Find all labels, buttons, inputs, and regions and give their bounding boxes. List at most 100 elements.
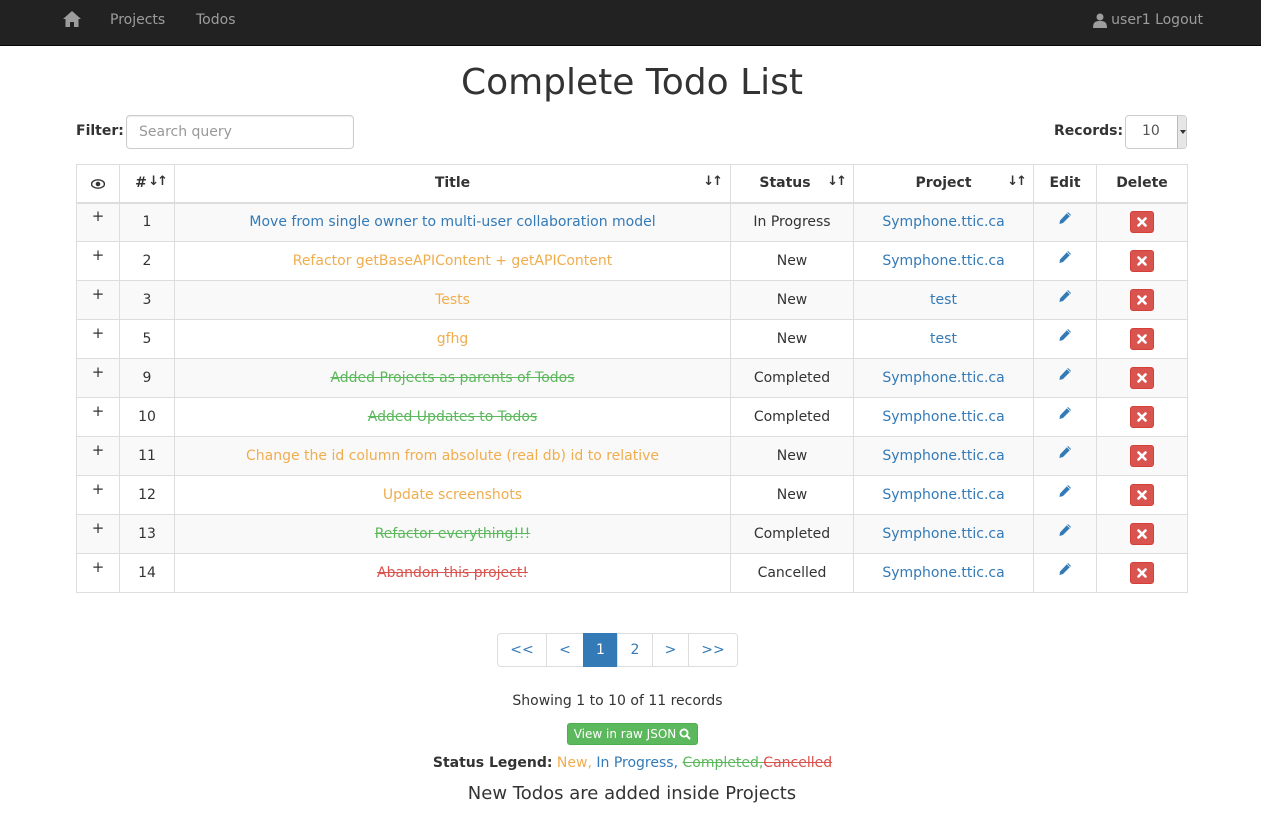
expand-row-button[interactable]: + xyxy=(92,246,105,264)
search-input[interactable] xyxy=(126,115,354,149)
expand-row-button[interactable]: + xyxy=(92,441,105,459)
expand-row-button[interactable]: + xyxy=(92,480,105,498)
project-link[interactable]: Symphone.ttic.ca xyxy=(882,253,1004,269)
close-icon xyxy=(1137,568,1147,578)
column-header-status-label: Status xyxy=(759,175,811,192)
expand-row-button[interactable]: + xyxy=(92,402,105,420)
expand-cell: + xyxy=(76,202,120,242)
project-cell: Symphone.ttic.ca xyxy=(853,475,1034,515)
status-cell: New xyxy=(730,475,854,515)
pencil-icon[interactable] xyxy=(1058,289,1072,307)
delete-cell xyxy=(1096,475,1188,515)
legend-new: New, xyxy=(556,755,592,771)
todo-title-link[interactable]: Change the id column from absolute (real… xyxy=(246,448,659,464)
pagination-page-1[interactable]: 1 xyxy=(583,633,618,667)
row-number: 10 xyxy=(119,397,175,437)
pencil-icon[interactable] xyxy=(1058,523,1072,541)
project-link[interactable]: Symphone.ttic.ca xyxy=(882,487,1004,503)
expand-row-button[interactable]: + xyxy=(92,207,105,225)
search-icon xyxy=(679,728,691,740)
column-header-status[interactable]: Status ↓↑ xyxy=(730,164,854,204)
delete-button[interactable] xyxy=(1130,367,1154,389)
expand-row-button[interactable]: + xyxy=(92,285,105,303)
table-row: +12 Update screenshots New Symphone.ttic.ca xyxy=(76,475,1188,515)
navbar: Projects Todos user1 Logout xyxy=(0,0,1261,46)
pagination-prev[interactable]: < xyxy=(546,633,584,667)
page-title: Complete Todo List xyxy=(460,62,804,103)
todo-title-link[interactable]: Update screenshots xyxy=(383,487,522,503)
pencil-icon[interactable] xyxy=(1058,367,1072,385)
project-cell: test xyxy=(853,280,1034,320)
pencil-icon[interactable] xyxy=(1058,406,1072,424)
view-raw-json-button[interactable]: View in raw JSON xyxy=(567,723,698,745)
column-header-project[interactable]: Project ↓↑ xyxy=(853,164,1034,204)
delete-cell xyxy=(1096,280,1188,320)
column-header-title[interactable]: Title ↓↑ xyxy=(174,164,731,204)
delete-cell xyxy=(1096,319,1188,359)
todo-title-link[interactable]: Refactor everything!!! xyxy=(375,526,531,542)
todo-title-link[interactable]: Added Updates to Todos xyxy=(368,409,538,425)
delete-button[interactable] xyxy=(1130,523,1154,545)
project-link[interactable]: Symphone.ttic.ca xyxy=(882,370,1004,386)
edit-cell xyxy=(1033,202,1097,242)
close-icon xyxy=(1137,373,1147,383)
delete-cell xyxy=(1096,514,1188,554)
project-link[interactable]: test xyxy=(930,292,957,308)
pagination-first[interactable]: << xyxy=(497,633,547,667)
delete-button[interactable] xyxy=(1130,211,1154,234)
pencil-icon[interactable] xyxy=(1058,445,1072,463)
home-icon[interactable] xyxy=(62,10,82,30)
delete-button[interactable] xyxy=(1130,289,1154,311)
expand-row-button[interactable]: + xyxy=(92,324,105,342)
column-header-edit: Edit xyxy=(1033,164,1097,204)
eye-icon xyxy=(90,179,106,190)
pencil-icon[interactable] xyxy=(1058,484,1072,502)
delete-button[interactable] xyxy=(1130,250,1154,272)
todo-title-link[interactable]: Refactor getBaseAPIContent + getAPIConte… xyxy=(293,253,613,269)
edit-cell xyxy=(1033,475,1097,515)
delete-button[interactable] xyxy=(1130,562,1154,584)
pagination-last[interactable]: >> xyxy=(688,633,738,667)
todo-title-link[interactable]: Tests xyxy=(435,292,470,308)
column-visibility-header[interactable] xyxy=(76,164,120,204)
showing-records-text: Showing 1 to 10 of 11 records xyxy=(512,693,723,709)
pencil-icon[interactable] xyxy=(1058,562,1072,580)
todo-title-link[interactable]: Abandon this project! xyxy=(377,565,528,581)
delete-button[interactable] xyxy=(1130,445,1154,467)
pencil-icon[interactable] xyxy=(1058,250,1072,268)
expand-row-button[interactable]: + xyxy=(92,558,105,576)
row-number: 12 xyxy=(119,475,175,515)
pagination-page-2[interactable]: 2 xyxy=(617,633,653,667)
todo-title-link[interactable]: gfhg xyxy=(437,331,469,347)
user-logout-label: user1 Logout xyxy=(1111,12,1203,28)
column-header-number[interactable]: # ↓↑ xyxy=(119,164,175,204)
pencil-icon[interactable] xyxy=(1058,211,1072,229)
nav-todos-link[interactable]: Todos xyxy=(196,12,235,28)
table-row: +5 gfhg New test xyxy=(76,319,1188,359)
project-link[interactable]: Symphone.ttic.ca xyxy=(882,565,1004,581)
expand-row-button[interactable]: + xyxy=(92,519,105,537)
delete-button[interactable] xyxy=(1130,406,1154,428)
chevron-down-icon xyxy=(1177,116,1186,148)
pagination-next[interactable]: > xyxy=(652,633,689,667)
delete-button[interactable] xyxy=(1130,328,1154,350)
sort-icon: ↓↑ xyxy=(148,174,168,189)
edit-cell xyxy=(1033,553,1097,593)
records-select[interactable]: 10 xyxy=(1125,115,1187,149)
expand-row-button[interactable]: + xyxy=(92,363,105,381)
project-link[interactable]: Symphone.ttic.ca xyxy=(882,448,1004,464)
expand-cell: + xyxy=(76,475,120,515)
project-link[interactable]: test xyxy=(930,331,957,347)
project-link[interactable]: Symphone.ttic.ca xyxy=(882,409,1004,425)
pencil-icon[interactable] xyxy=(1058,328,1072,346)
nav-projects-link[interactable]: Projects xyxy=(110,12,165,28)
row-number: 5 xyxy=(119,319,175,359)
project-link[interactable]: Symphone.ttic.ca xyxy=(882,214,1004,230)
title-cell: Abandon this project! xyxy=(174,553,731,593)
project-link[interactable]: Symphone.ttic.ca xyxy=(882,526,1004,542)
todo-title-link[interactable]: Move from single owner to multi-user col… xyxy=(249,214,655,230)
delete-button[interactable] xyxy=(1130,484,1154,506)
legend-cancelled: Cancelled xyxy=(763,755,833,771)
todo-title-link[interactable]: Added Projects as parents of Todos xyxy=(330,370,574,386)
user-logout-link[interactable]: user1 Logout xyxy=(1093,12,1203,28)
